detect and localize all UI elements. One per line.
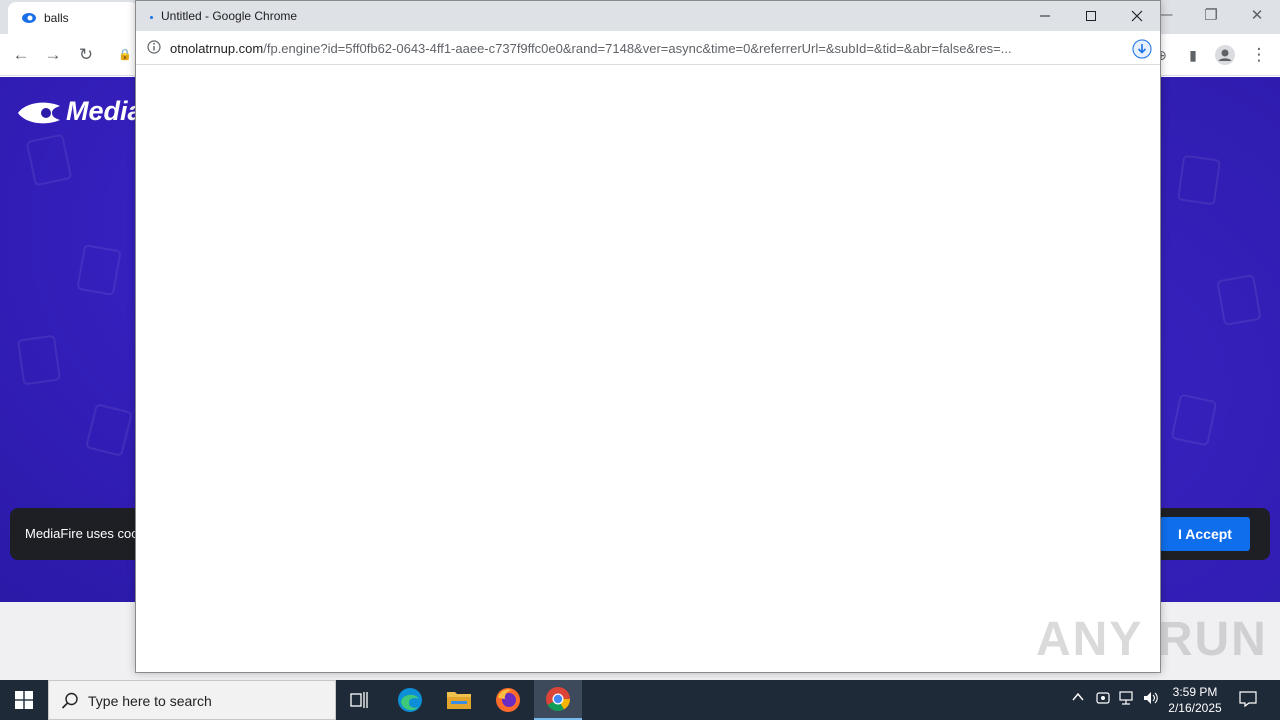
more-menu-icon[interactable]: ⋮ [1248, 44, 1270, 66]
edge-taskbar-button[interactable] [386, 680, 434, 720]
folder-decoration-icon [1216, 274, 1262, 326]
mediafire-brand-text: Media [66, 96, 143, 126]
restore-icon[interactable]: ❐ [1196, 6, 1226, 24]
task-view-icon [350, 692, 368, 708]
folder-icon [447, 692, 471, 709]
folder-decoration-icon [1170, 393, 1218, 447]
show-hidden-icons-chevron-icon[interactable] [1071, 690, 1085, 707]
mediafire-favicon-icon [22, 13, 36, 23]
url-host: otnolatrnup.com [170, 41, 264, 56]
forward-arrow-icon[interactable]: → [42, 44, 64, 66]
download-icon[interactable] [1132, 39, 1152, 59]
maximize-icon [1086, 11, 1096, 21]
popup-address-bar[interactable]: otnolatrnup.com/fp.engine?id=5ff0fb62-06… [136, 31, 1160, 65]
popup-window-title: Untitled - Google Chrome [161, 9, 298, 23]
search-icon [61, 692, 78, 709]
close-icon [1131, 10, 1143, 22]
clock-date: 2/16/2025 [1168, 701, 1222, 715]
windows-logo-icon [15, 691, 33, 709]
url-path: /fp.engine?id=5ff0fb62-0643-4ff1-aaee-c7… [263, 41, 1012, 56]
folder-decoration-icon [25, 133, 73, 187]
firefox-taskbar-button[interactable] [484, 680, 532, 720]
folder-decoration-icon [85, 403, 133, 457]
folder-decoration-icon [16, 334, 62, 386]
start-button[interactable] [0, 680, 48, 720]
volume-icon[interactable] [1142, 690, 1160, 709]
chrome-taskbar-button[interactable] [534, 680, 582, 720]
popup-url-text[interactable]: otnolatrnup.com/fp.engine?id=5ff0fb62-06… [170, 41, 1105, 56]
site-info-icon[interactable] [147, 40, 161, 54]
close-button[interactable] [1114, 1, 1160, 31]
back-arrow-icon[interactable]: ← [10, 44, 32, 66]
minimize-icon [1040, 15, 1050, 17]
system-clock[interactable]: 3:59 PM 2/16/2025 [1160, 684, 1230, 716]
popup-titlebar[interactable]: Untitled - Google Chrome [136, 1, 1160, 31]
file-explorer-taskbar-button[interactable] [435, 680, 483, 720]
side-panel-icon[interactable]: ▮ [1182, 44, 1204, 66]
cookie-banner-text: MediaFire uses coo [25, 526, 139, 541]
popup-chrome-window: Untitled - Google Chrome otnolatrnup.com… [135, 0, 1161, 673]
task-view-button[interactable] [336, 680, 384, 720]
windows-taskbar: Type here to search 3:59 PM 2/16/2025 [0, 680, 1280, 720]
popup-blank-content [136, 66, 1160, 672]
firefox-icon [496, 688, 520, 712]
tab-title: balls [44, 11, 69, 25]
meet-now-icon[interactable] [1095, 690, 1111, 709]
mediafire-logo-icon [18, 102, 60, 124]
network-icon[interactable] [1118, 690, 1136, 709]
notifications-icon[interactable] [1238, 689, 1258, 712]
search-placeholder: Type here to search [88, 693, 212, 709]
edge-icon [398, 688, 422, 712]
tab-balls[interactable]: balls [8, 2, 138, 34]
profile-avatar-icon[interactable] [1214, 44, 1236, 66]
chrome-icon [546, 687, 570, 712]
loading-favicon-icon [150, 16, 153, 19]
folder-decoration-icon [1176, 154, 1222, 206]
minimize-button[interactable] [1022, 1, 1068, 31]
anyrun-watermark: ANY RUN [1036, 613, 1268, 666]
accept-cookies-button[interactable]: I Accept [1160, 517, 1250, 551]
close-icon[interactable]: ✕ [1242, 6, 1272, 24]
folder-decoration-icon [76, 244, 122, 296]
taskbar-search-box[interactable]: Type here to search [48, 680, 336, 720]
clock-time: 3:59 PM [1172, 685, 1218, 699]
reload-icon[interactable]: ↻ [75, 44, 97, 66]
lock-icon: 🔒 [118, 49, 132, 61]
maximize-button[interactable] [1068, 1, 1114, 31]
